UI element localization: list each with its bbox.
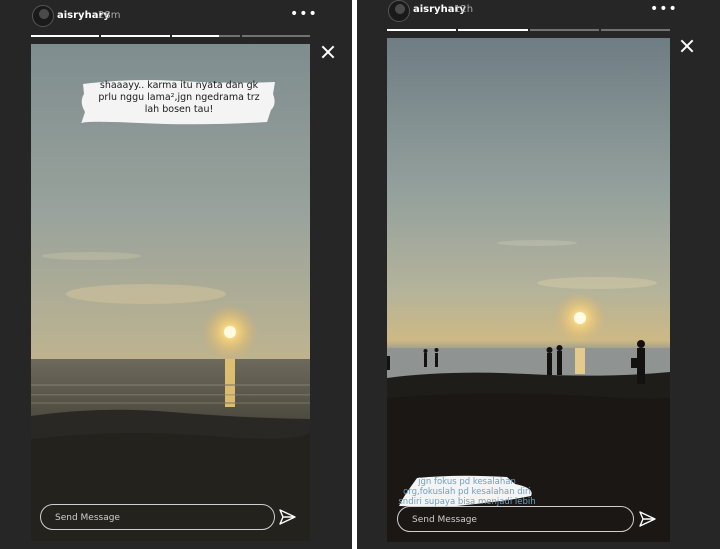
story-progress-bar	[387, 29, 670, 31]
progress-segment	[171, 35, 240, 37]
more-horizontal-icon[interactable]: •••	[290, 7, 318, 21]
story-caption: shaaayy.. karma itu nyata dan gk prlu ng…	[98, 80, 260, 115]
progress-segment	[458, 29, 528, 31]
story-caption: jgn fokus pd kesalahan org,fokuslah pd k…	[398, 477, 536, 507]
close-icon[interactable]	[320, 44, 336, 60]
story-header: aisryhary 12h •••	[357, 0, 720, 32]
story-image-sunset-beach[interactable]: shaaayy.. karma itu nyata dan gk prlu ng…	[31, 44, 310, 541]
story-panel-right: aisryhary 12h ••• jgn fokus pd kesalahan…	[357, 0, 720, 549]
story-progress-bar	[31, 35, 310, 37]
send-icon[interactable]	[639, 510, 657, 528]
avatar[interactable]	[388, 0, 410, 22]
more-horizontal-icon[interactable]: •••	[650, 2, 678, 16]
progress-segment	[387, 29, 457, 31]
avatar[interactable]	[32, 5, 54, 27]
story-image-beach-silhouettes[interactable]: jgn fokus pd kesalahan org,fokuslah pd k…	[387, 38, 670, 542]
story-panel-left: aisryhary 28m ••• shaaayy.. karma itu ny…	[0, 0, 352, 549]
progress-segment	[101, 35, 170, 37]
send-message-input[interactable]	[53, 510, 257, 526]
close-icon[interactable]	[679, 38, 695, 54]
timestamp: 12h	[454, 4, 474, 15]
progress-segment	[241, 35, 310, 37]
send-icon[interactable]	[279, 508, 297, 526]
reply-bar[interactable]	[397, 506, 634, 532]
story-header: aisryhary 28m •••	[0, 0, 352, 32]
progress-segment	[529, 29, 599, 31]
story-photo	[387, 38, 670, 542]
timestamp: 28m	[98, 10, 121, 21]
reply-bar[interactable]	[40, 504, 275, 530]
progress-segment	[31, 35, 100, 37]
send-message-input[interactable]	[410, 512, 614, 528]
progress-segment	[600, 29, 670, 31]
